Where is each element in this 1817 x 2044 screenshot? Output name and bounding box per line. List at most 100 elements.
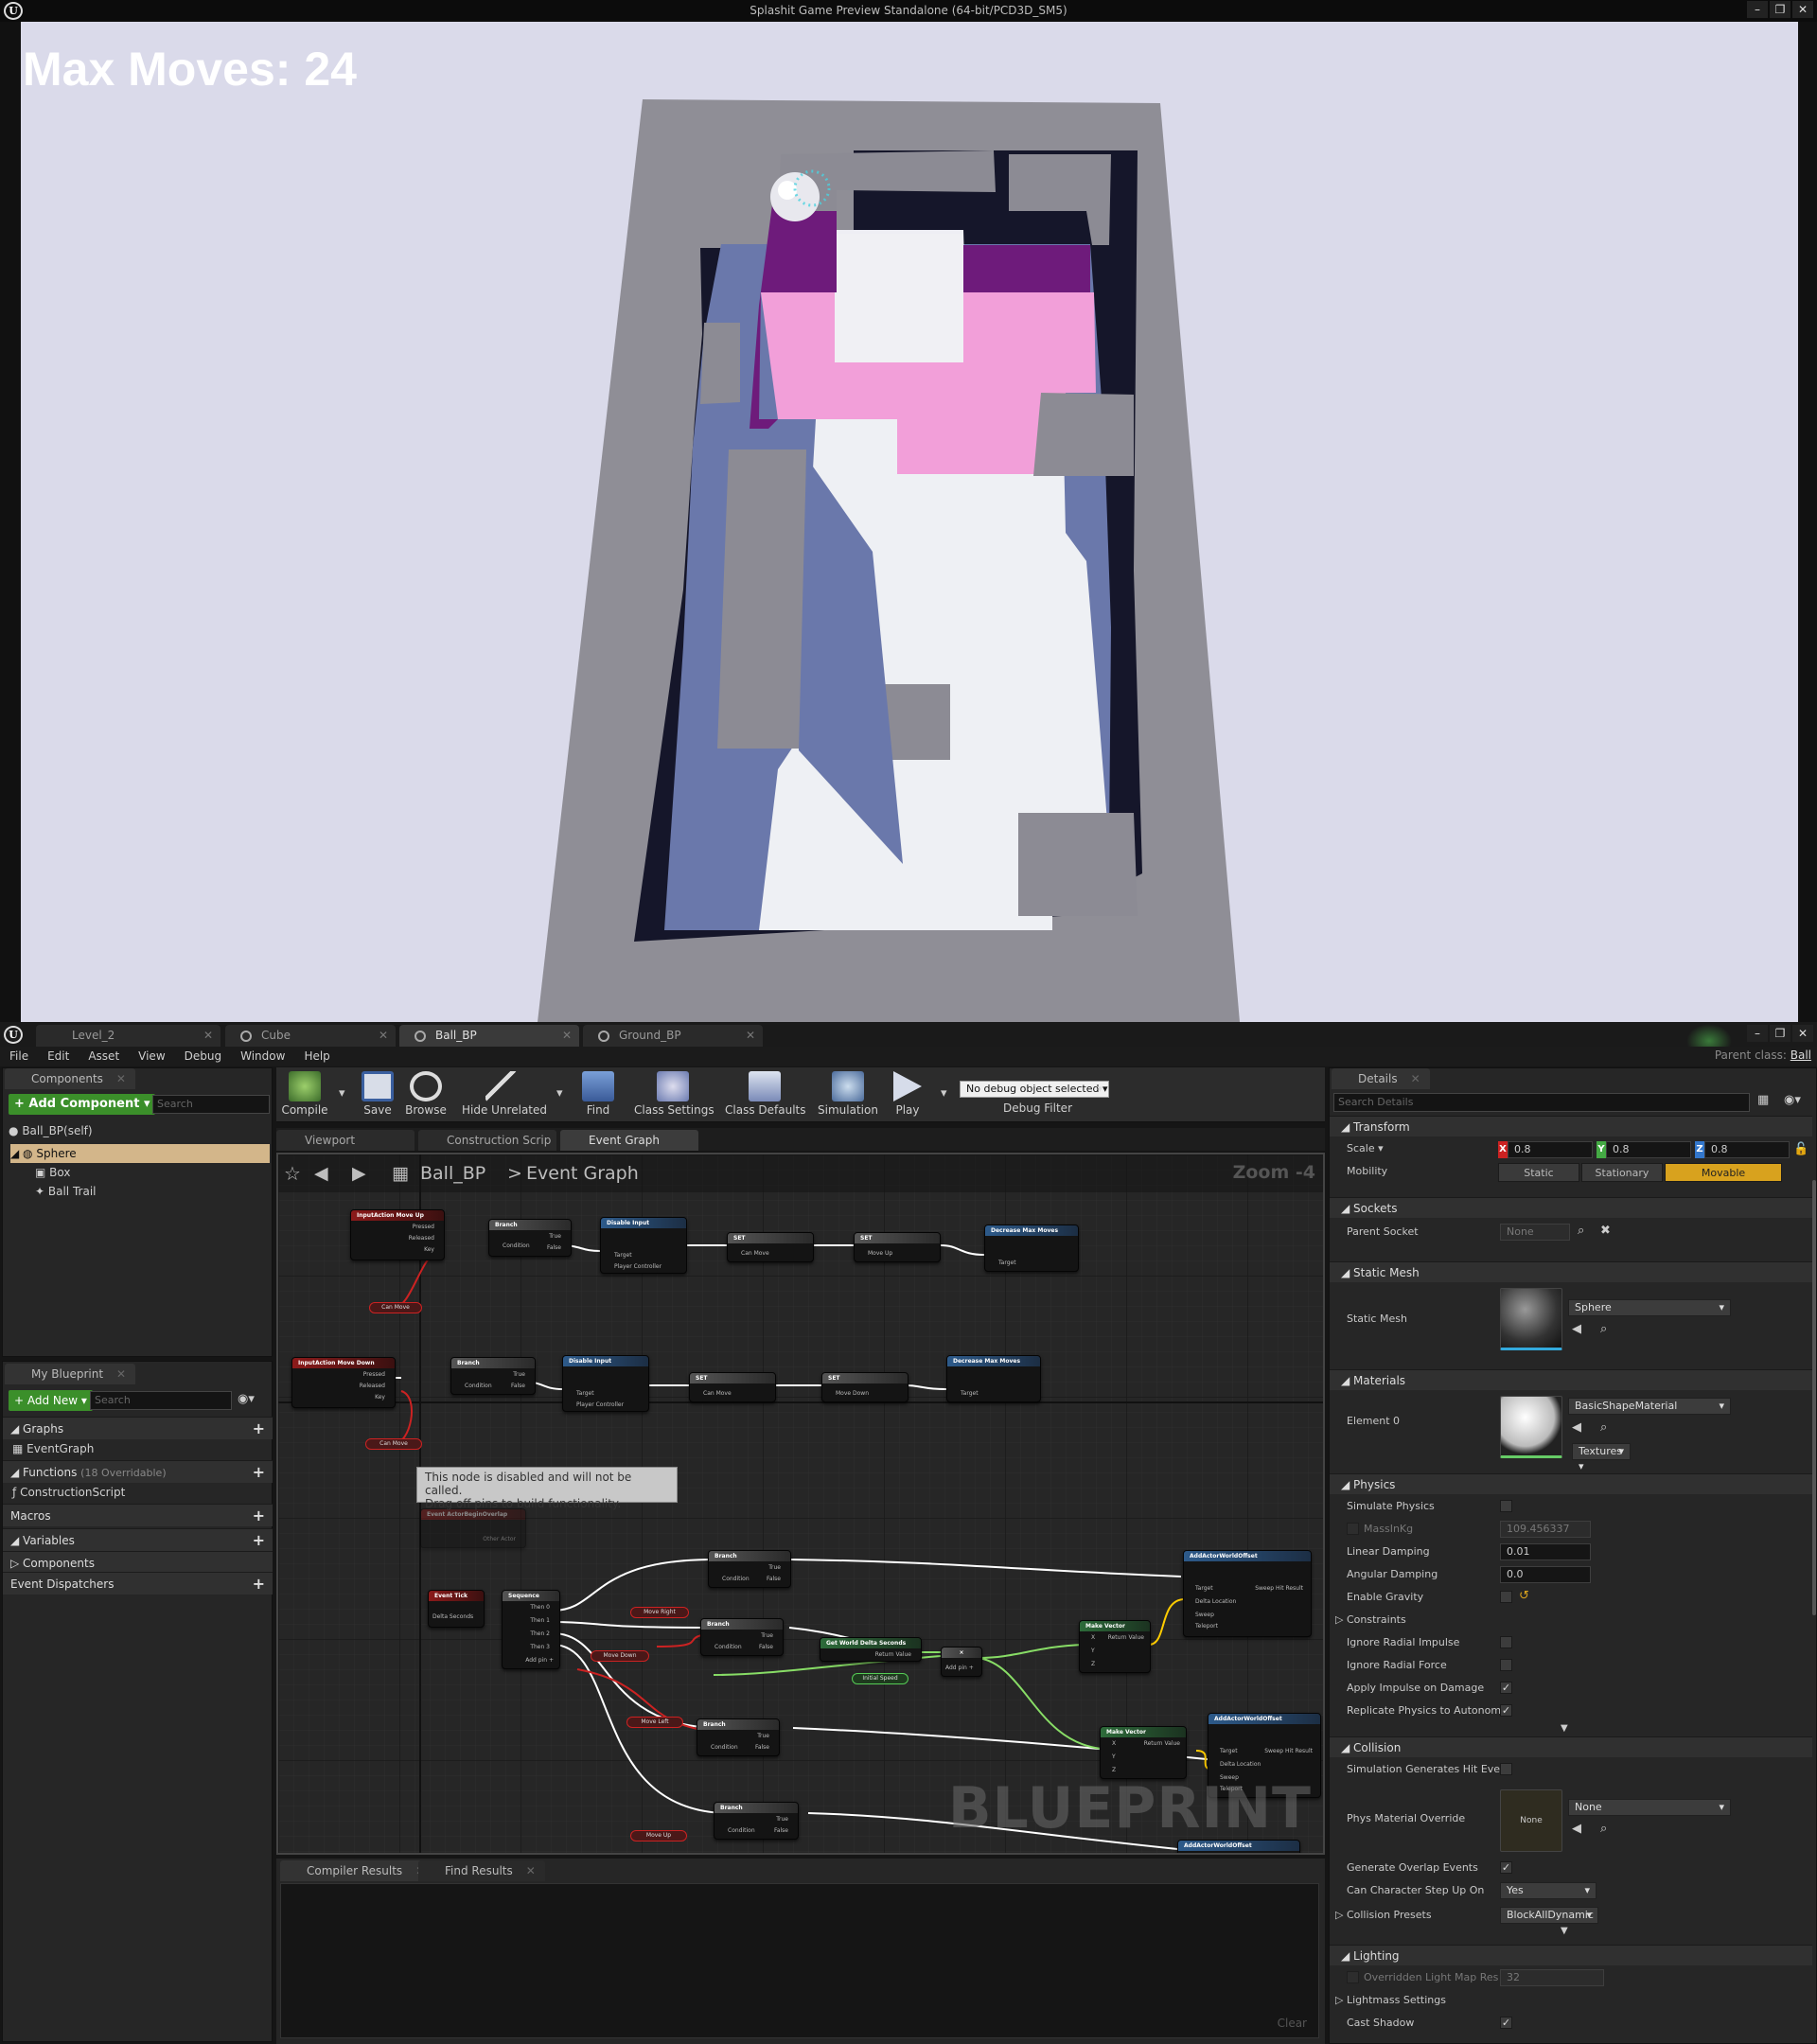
forward-arrow-icon[interactable]: ▶ xyxy=(352,1154,366,1192)
node-decrease-max-moves-2[interactable]: Decrease Max Moves Target xyxy=(946,1355,1041,1402)
mass-input[interactable]: 109.456337 xyxy=(1500,1521,1591,1538)
add-event-dispatcher-button[interactable]: + xyxy=(253,1573,265,1595)
maximize-button[interactable]: ❐ xyxy=(1770,1025,1791,1042)
node-sequence[interactable]: Sequence Then 0 Then 1 Then 2 Then 3 Add pin … xyxy=(502,1590,560,1669)
node-multiply[interactable]: × Add pin + xyxy=(941,1647,982,1677)
magnifier-icon[interactable]: ⌕ xyxy=(1600,1322,1607,1336)
magnifier-icon[interactable]: ⌕ xyxy=(1600,1822,1607,1836)
node-decrease-max-moves[interactable]: Decrease Max Moves Target xyxy=(984,1225,1079,1272)
node-set-can-move[interactable]: SET Can Move xyxy=(727,1232,814,1262)
node-get-world-delta-seconds[interactable]: Get World Delta Seconds Return Value xyxy=(820,1637,922,1662)
hide-unrelated-button[interactable]: Hide Unrelated xyxy=(462,1071,547,1120)
node-branch-down[interactable]: Branch Condition True False xyxy=(700,1618,784,1656)
static-mesh-select[interactable]: Sphere xyxy=(1568,1299,1731,1316)
add-variable-button[interactable]: + xyxy=(253,1529,265,1552)
node-event-tick[interactable]: Event Tick Delta Seconds xyxy=(428,1590,485,1628)
close-icon[interactable]: ✕ xyxy=(1411,1072,1420,1085)
doc-tab-ball-bp[interactable]: Ball_BP ✕ xyxy=(399,1025,579,1047)
details-search-input[interactable]: Search Details xyxy=(1333,1093,1750,1112)
back-arrow-icon[interactable]: ◀ xyxy=(314,1154,328,1192)
details-scrollbar[interactable] xyxy=(1812,1180,1816,1615)
node-branch-up[interactable]: Branch Condition True False xyxy=(714,1802,799,1840)
menu-debug[interactable]: Debug xyxy=(175,1047,231,1066)
menu-asset[interactable]: Asset xyxy=(79,1047,129,1066)
node-set-move-down[interactable]: SET Move Down xyxy=(821,1372,908,1402)
close-icon[interactable]: ✕ xyxy=(116,1367,126,1381)
doc-tab-cube[interactable]: Cube ✕ xyxy=(225,1025,396,1047)
constraints-expander[interactable]: ▷ Constraints xyxy=(1335,1610,1406,1630)
component-self[interactable]: ● Ball_BP(self) xyxy=(9,1121,93,1140)
doc-tab-ground-bp[interactable]: Ground_BP ✕ xyxy=(583,1025,763,1047)
chevron-down-icon[interactable]: ▾ xyxy=(941,1086,947,1101)
close-icon[interactable]: ✕ xyxy=(562,1025,572,1047)
add-macro-button[interactable]: + xyxy=(253,1505,265,1527)
find-button[interactable]: Find xyxy=(579,1071,617,1120)
category-functions[interactable]: ◢ Functions (18 Overridable) + xyxy=(3,1460,273,1483)
enable-gravity-checkbox[interactable] xyxy=(1500,1591,1512,1603)
components-search-input[interactable]: Search xyxy=(152,1095,270,1114)
generate-overlap-checkbox[interactable]: ✓ xyxy=(1500,1861,1512,1874)
light-map-override-checkbox[interactable] xyxy=(1347,1971,1359,1983)
component-ball-trail[interactable]: ✦ Ball Trail xyxy=(35,1182,96,1201)
parent-socket-value[interactable]: None xyxy=(1500,1224,1570,1241)
scale-x-input[interactable]: 0.8 xyxy=(1508,1141,1593,1158)
category-event-dispatchers[interactable]: Event Dispatchers + xyxy=(3,1572,273,1595)
light-map-res-input[interactable]: 32 xyxy=(1500,1969,1604,1986)
node-make-vector-2[interactable]: Make Vector X Y Z Return Value xyxy=(1100,1726,1187,1779)
ignore-radial-impulse-checkbox[interactable] xyxy=(1500,1636,1512,1648)
graph-item-eventgraph[interactable]: ▦ EventGraph xyxy=(12,1439,94,1458)
textures-dropdown[interactable]: Textures ▾ xyxy=(1572,1443,1631,1472)
add-function-button[interactable]: + xyxy=(253,1461,265,1484)
category-components[interactable]: ▷ Components xyxy=(3,1551,273,1574)
menu-help[interactable]: Help xyxy=(294,1047,339,1066)
breadcrumb-root[interactable]: Ball_BP xyxy=(420,1154,485,1192)
node-get-move-up[interactable]: Move Up xyxy=(630,1830,687,1841)
cast-shadow-checkbox[interactable]: ✓ xyxy=(1500,2017,1512,2029)
browse-button[interactable]: Browse xyxy=(403,1071,449,1120)
component-sphere[interactable]: ◢ ◍ Sphere xyxy=(10,1144,270,1163)
node-set-can-move-2[interactable]: SET Can Move xyxy=(689,1372,776,1402)
lightmass-settings-expander[interactable]: ▷ Lightmass Settings xyxy=(1335,1990,1446,2011)
node-get-can-move[interactable]: Can Move xyxy=(369,1302,422,1313)
category-graphs[interactable]: ◢ Graphs + xyxy=(3,1417,273,1439)
node-branch-2[interactable]: Branch Condition True False xyxy=(450,1357,536,1395)
mobility-movable-button[interactable]: Movable xyxy=(1665,1163,1782,1182)
linear-damping-input[interactable]: 0.01 xyxy=(1500,1543,1591,1560)
use-selected-arrow-icon[interactable]: ◀ xyxy=(1572,1822,1581,1836)
node-add-actor-world-offset-3[interactable]: AddActorWorldOffset xyxy=(1177,1840,1300,1853)
node-get-move-down[interactable]: Move Down xyxy=(591,1650,649,1662)
tab-viewport[interactable]: Viewport xyxy=(276,1130,415,1151)
play-button[interactable]: Play xyxy=(886,1071,929,1120)
menu-edit[interactable]: Edit xyxy=(38,1047,79,1066)
apply-impulse-on-damage-checkbox[interactable]: ✓ xyxy=(1500,1682,1512,1694)
mobility-static-button[interactable]: Static xyxy=(1498,1163,1579,1182)
compiler-results-tab[interactable]: Compiler Results✕ xyxy=(280,1860,435,1881)
node-input-move-down[interactable]: InputAction Move Down Pressed Released Key xyxy=(291,1357,396,1408)
phys-material-select[interactable]: None xyxy=(1568,1799,1731,1816)
chevron-down-icon[interactable]: ▾ xyxy=(556,1086,563,1101)
node-branch[interactable]: Branch Condition True False xyxy=(488,1219,572,1257)
maximize-button[interactable]: ❐ xyxy=(1770,1,1791,18)
node-event-begin-overlap-disabled[interactable]: Event ActorBeginOverlap Other Actor xyxy=(420,1508,526,1548)
class-defaults-button[interactable]: Class Defaults xyxy=(725,1071,805,1120)
collision-presets-expander[interactable]: ▷ Collision Presets xyxy=(1335,1905,1432,1926)
simulate-physics-checkbox[interactable] xyxy=(1500,1500,1512,1512)
lock-icon[interactable]: 🔓 xyxy=(1793,1142,1808,1156)
mass-override-checkbox[interactable] xyxy=(1347,1523,1359,1535)
add-component-button[interactable]: + Add Component ▾ xyxy=(9,1094,156,1115)
section-physics[interactable]: ◢ Physics xyxy=(1330,1473,1812,1494)
visibility-eye-icon[interactable]: ◉▾ xyxy=(238,1392,255,1406)
sim-hit-event-checkbox[interactable] xyxy=(1500,1763,1512,1775)
section-collision[interactable]: ◢ Collision xyxy=(1330,1736,1812,1757)
node-get-initial-speed[interactable]: Initial Speed xyxy=(852,1673,908,1684)
collision-presets-select[interactable]: BlockAllDynamic xyxy=(1500,1907,1598,1924)
close-button[interactable]: ✕ xyxy=(1792,1,1813,18)
menu-view[interactable]: View xyxy=(129,1047,174,1066)
node-set-move-up[interactable]: SET Move Up xyxy=(854,1232,941,1262)
node-input-move-up[interactable]: InputAction Move Up Pressed Released Key xyxy=(350,1209,445,1260)
section-lighting[interactable]: ◢ Lighting xyxy=(1330,1945,1812,1965)
node-get-move-right[interactable]: Move Right xyxy=(630,1607,689,1618)
magnifier-icon[interactable]: ⌕ xyxy=(1600,1420,1607,1435)
scale-z-input[interactable]: 0.8 xyxy=(1704,1141,1790,1158)
material-select[interactable]: BasicShapeMaterial xyxy=(1568,1398,1731,1415)
